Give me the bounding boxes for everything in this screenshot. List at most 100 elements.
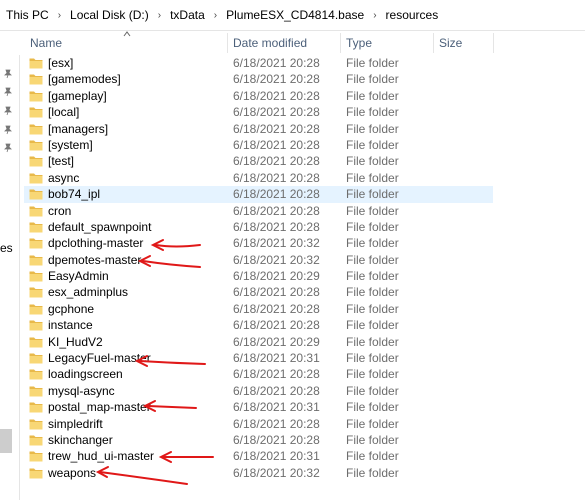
file-name: EasyAdmin [48, 269, 109, 284]
file-name: weapons [48, 465, 97, 480]
file-row[interactable]: [local] 6/18/2021 20:28 File folder [19, 104, 585, 120]
pin-icon[interactable] [3, 143, 13, 153]
file-date-modified: 6/18/2021 20:28 [233, 383, 320, 398]
column-header-name[interactable]: Name [25, 31, 226, 55]
file-row[interactable]: [gameplay] 6/18/2021 20:28 File folder [19, 88, 585, 104]
file-type: File folder [346, 137, 399, 152]
file-name: [test] [48, 154, 75, 169]
file-date-modified: 6/18/2021 20:29 [233, 269, 320, 284]
folder-icon [29, 255, 43, 266]
breadcrumb-separator-icon[interactable]: › [158, 10, 161, 21]
column-header-size[interactable]: Size [434, 31, 494, 55]
file-date-modified: 6/18/2021 20:32 [233, 465, 320, 480]
vertical-scrollbar[interactable] [573, 55, 585, 500]
breadcrumb-plumeesx[interactable]: PlumeESX_CD4814.base [226, 8, 364, 22]
file-row[interactable]: [managers] 6/18/2021 20:28 File folder [19, 121, 585, 137]
file-row[interactable]: [gamemodes] 6/18/2021 20:28 File folder [19, 71, 585, 87]
nav-item-label[interactable]: es [0, 241, 13, 255]
file-type: File folder [346, 88, 399, 103]
file-row[interactable]: weapons 6/18/2021 20:32 File folder [19, 465, 585, 481]
breadcrumb-separator-icon[interactable]: › [58, 10, 61, 21]
folder-icon [29, 74, 43, 85]
file-row[interactable]: gcphone 6/18/2021 20:28 File folder [19, 301, 585, 317]
file-name: trew_hud_ui-master [48, 449, 155, 464]
pin-icon[interactable] [3, 87, 13, 97]
pin-icon[interactable] [3, 106, 13, 116]
address-breadcrumb[interactable]: This PC › Local Disk (D:) › txData › Plu… [0, 0, 585, 31]
file-date-modified: 6/18/2021 20:28 [233, 170, 320, 185]
file-date-modified: 6/18/2021 20:28 [233, 154, 320, 169]
file-date-modified: 6/18/2021 20:28 [233, 432, 320, 447]
folder-icon [29, 419, 43, 430]
breadcrumb-resources[interactable]: resources [386, 8, 439, 22]
file-date-modified: 6/18/2021 20:28 [233, 187, 320, 202]
file-type: File folder [346, 121, 399, 136]
file-name: [gamemodes] [48, 72, 121, 87]
file-date-modified: 6/18/2021 20:28 [233, 203, 320, 218]
navigation-pane: es [0, 31, 20, 500]
breadcrumb-this-pc[interactable]: This PC [6, 8, 49, 22]
file-row[interactable]: esx_adminplus 6/18/2021 20:28 File folder [19, 284, 585, 300]
file-row[interactable]: default_spawnpoint 6/18/2021 20:28 File fo… [19, 219, 585, 235]
folder-icon [29, 173, 43, 184]
file-row[interactable]: dpemotes-master 6/18/2021 20:32 File folde… [19, 252, 585, 268]
file-type: File folder [346, 400, 399, 415]
column-header-date-modified[interactable]: Date modified [228, 31, 340, 55]
file-type: File folder [346, 203, 399, 218]
file-name: mysql-async [48, 383, 115, 398]
file-name: postal_map-master [48, 400, 151, 415]
file-row[interactable]: postal_map-master 6/18/2021 20:31 File fol… [19, 399, 585, 415]
folder-icon [29, 402, 43, 413]
column-header: Name Date modified Type Size [19, 31, 585, 55]
file-row[interactable]: dpclothing-master 6/18/2021 20:32 File fol… [19, 235, 585, 251]
file-row[interactable]: instance 6/18/2021 20:28 File folder [19, 317, 585, 333]
file-row[interactable]: cron 6/18/2021 20:28 File folder [19, 203, 585, 219]
file-row[interactable]: [test] 6/18/2021 20:28 File folder [19, 153, 585, 169]
file-row[interactable]: [esx] 6/18/2021 20:28 File folder [19, 55, 585, 71]
file-type: File folder [346, 269, 399, 284]
file-row[interactable]: trew_hud_ui-master 6/18/2021 20:31 File fo… [19, 448, 585, 464]
file-date-modified: 6/18/2021 20:28 [233, 137, 320, 152]
folder-icon [29, 107, 43, 118]
file-row[interactable]: LegacyFuel-master 6/18/2021 20:31 File fol… [19, 350, 585, 366]
folder-icon [29, 451, 43, 462]
folder-icon [29, 468, 43, 479]
pin-icon[interactable] [3, 69, 13, 79]
file-type: File folder [346, 154, 399, 169]
file-row[interactable]: bob74_ipl 6/18/2021 20:28 File folder [19, 186, 585, 203]
folder-icon [29, 435, 43, 446]
file-row[interactable]: skinchanger 6/18/2021 20:28 File folder [19, 432, 585, 448]
file-row[interactable]: EasyAdmin 6/18/2021 20:29 File folder [19, 268, 585, 284]
file-date-modified: 6/18/2021 20:32 [233, 252, 320, 267]
folder-icon [29, 222, 43, 233]
breadcrumb-local-disk[interactable]: Local Disk (D:) [70, 8, 149, 22]
file-type: File folder [346, 252, 399, 267]
file-type: File folder [346, 416, 399, 431]
column-divider[interactable] [493, 33, 494, 53]
folder-icon [29, 271, 43, 282]
file-type: File folder [346, 72, 399, 87]
breadcrumb-separator-icon[interactable]: › [373, 10, 376, 21]
file-date-modified: 6/18/2021 20:28 [233, 56, 320, 70]
folder-icon [29, 124, 43, 135]
file-name: bob74_ipl [48, 187, 101, 202]
file-row[interactable]: [system] 6/18/2021 20:28 File folder [19, 137, 585, 153]
file-name: KI_HudV2 [48, 334, 103, 349]
file-date-modified: 6/18/2021 20:31 [233, 449, 320, 464]
file-row[interactable]: mysql-async 6/18/2021 20:28 File folder [19, 383, 585, 399]
pin-icon[interactable] [3, 125, 13, 135]
nav-scrollbar-thumb[interactable] [0, 429, 12, 453]
file-type: File folder [346, 465, 399, 480]
file-date-modified: 6/18/2021 20:31 [233, 400, 320, 415]
file-date-modified: 6/18/2021 20:28 [233, 88, 320, 103]
column-header-type[interactable]: Type [341, 31, 433, 55]
file-row[interactable]: async 6/18/2021 20:28 File folder [19, 170, 585, 186]
file-type: File folder [346, 187, 399, 202]
file-type: File folder [346, 334, 399, 349]
file-row[interactable]: KI_HudV2 6/18/2021 20:29 File folder [19, 334, 585, 350]
file-row[interactable]: simpledrift 6/18/2021 20:28 File folder [19, 416, 585, 432]
file-name: simpledrift [48, 416, 103, 431]
breadcrumb-separator-icon[interactable]: › [214, 10, 217, 21]
breadcrumb-txdata[interactable]: txData [170, 8, 205, 22]
file-row[interactable]: loadingscreen 6/18/2021 20:28 File folder [19, 366, 585, 382]
